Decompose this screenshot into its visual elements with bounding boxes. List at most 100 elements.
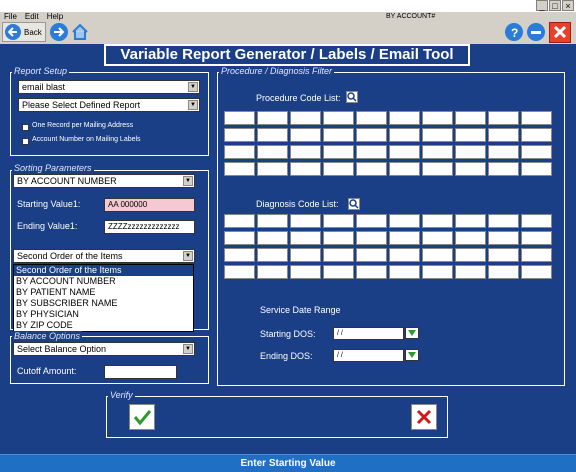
diagnosis-code-cell[interactable]	[323, 231, 354, 245]
diagnosis-code-cell[interactable]	[356, 231, 387, 245]
procedure-code-cell[interactable]	[257, 128, 288, 142]
diagnosis-code-cell[interactable]	[521, 248, 552, 262]
cutoff-amount-input[interactable]	[104, 365, 177, 379]
procedure-code-cell[interactable]	[356, 128, 387, 142]
procedure-code-cell[interactable]	[356, 145, 387, 159]
diagnosis-code-cell[interactable]	[389, 231, 420, 245]
ending-dos-calendar-icon[interactable]	[405, 349, 419, 361]
diagnosis-code-cell[interactable]	[488, 231, 519, 245]
diagnosis-code-cell[interactable]	[257, 214, 288, 228]
second-order-select[interactable]: Second Order of the Items ▼	[13, 249, 195, 263]
procedure-code-cell[interactable]	[290, 111, 321, 125]
procedure-code-cell[interactable]	[389, 145, 420, 159]
procedure-code-cell[interactable]	[422, 128, 453, 142]
diagnosis-code-cell[interactable]	[422, 231, 453, 245]
diagnosis-code-cell[interactable]	[257, 248, 288, 262]
diagnosis-code-cell[interactable]	[455, 265, 486, 279]
procedure-code-cell[interactable]	[257, 145, 288, 159]
diagnosis-code-cell[interactable]	[521, 214, 552, 228]
procedure-code-cell[interactable]	[422, 145, 453, 159]
verify-ok-button[interactable]	[129, 404, 155, 430]
procedure-code-cell[interactable]	[455, 162, 486, 176]
home-icon[interactable]	[71, 23, 89, 41]
starting-dos-calendar-icon[interactable]	[405, 327, 419, 339]
close-window-button[interactable]: ×	[562, 0, 574, 11]
ending-dos-input[interactable]: / /	[333, 349, 404, 362]
diagnosis-code-cell[interactable]	[422, 265, 453, 279]
diagnosis-code-cell[interactable]	[224, 265, 255, 279]
dropdown-option[interactable]: BY PATIENT NAME	[14, 287, 193, 298]
menu-file[interactable]: File	[4, 12, 17, 21]
procedure-code-cell[interactable]	[521, 128, 552, 142]
procedure-code-cell[interactable]	[323, 111, 354, 125]
procedure-code-cell[interactable]	[455, 128, 486, 142]
menu-help[interactable]: Help	[47, 12, 63, 21]
diagnosis-code-cell[interactable]	[224, 248, 255, 262]
procedure-code-cell[interactable]	[455, 111, 486, 125]
procedure-code-cell[interactable]	[323, 128, 354, 142]
procedure-code-cell[interactable]	[488, 111, 519, 125]
diagnosis-code-cell[interactable]	[422, 214, 453, 228]
procedure-code-cell[interactable]	[323, 162, 354, 176]
procedure-code-cell[interactable]	[455, 145, 486, 159]
sort-by-select[interactable]: BY ACCOUNT NUMBER ▼	[13, 174, 195, 188]
diagnosis-code-cell[interactable]	[290, 214, 321, 228]
exit-icon[interactable]	[549, 22, 571, 43]
dropdown-option[interactable]: BY PHYSICIAN	[14, 309, 193, 320]
diagnosis-code-cell[interactable]	[356, 265, 387, 279]
diagnosis-code-cell[interactable]	[356, 248, 387, 262]
diagnosis-code-cell[interactable]	[455, 214, 486, 228]
maximize-button[interactable]: □	[549, 0, 561, 11]
forward-icon[interactable]	[50, 23, 68, 41]
diagnosis-code-cell[interactable]	[389, 248, 420, 262]
diagnosis-code-cell[interactable]	[290, 265, 321, 279]
diagnosis-code-cell[interactable]	[356, 214, 387, 228]
starting-dos-input[interactable]: / /	[333, 327, 404, 340]
procedure-code-cell[interactable]	[422, 111, 453, 125]
diagnosis-code-cell[interactable]	[521, 265, 552, 279]
procedure-code-cell[interactable]	[356, 162, 387, 176]
procedure-code-cell[interactable]	[389, 162, 420, 176]
menu-edit[interactable]: Edit	[25, 12, 39, 21]
procedure-code-cell[interactable]	[356, 111, 387, 125]
procedure-code-cell[interactable]	[389, 111, 420, 125]
procedure-code-cell[interactable]	[257, 162, 288, 176]
procedure-code-cell[interactable]	[224, 111, 255, 125]
diagnosis-code-cell[interactable]	[257, 231, 288, 245]
dropdown-option[interactable]: BY ACCOUNT NUMBER	[14, 276, 193, 287]
dropdown-option[interactable]: Second Order of the Items	[14, 265, 193, 276]
dropdown-option[interactable]: BY ZIP CODE	[14, 320, 193, 331]
procedure-code-cell[interactable]	[488, 145, 519, 159]
help-icon[interactable]: ?	[505, 23, 523, 41]
diagnosis-code-cell[interactable]	[290, 248, 321, 262]
procedure-code-cell[interactable]	[488, 162, 519, 176]
diagnosis-code-cell[interactable]	[488, 248, 519, 262]
diagnosis-code-cell[interactable]	[257, 265, 288, 279]
procedure-code-cell[interactable]	[488, 128, 519, 142]
procedure-search-icon[interactable]	[346, 91, 358, 103]
procedure-code-cell[interactable]	[224, 162, 255, 176]
procedure-code-cell[interactable]	[290, 128, 321, 142]
back-button[interactable]: Back	[2, 22, 46, 42]
diagnosis-code-cell[interactable]	[323, 265, 354, 279]
ending-value-input[interactable]: ZZZZzzzzzzzzzzzzz	[104, 220, 195, 234]
dropdown-option[interactable]: BY SUBSCRIBER NAME	[14, 298, 193, 309]
procedure-code-cell[interactable]	[290, 162, 321, 176]
diagnosis-code-cell[interactable]	[488, 214, 519, 228]
diagnosis-code-cell[interactable]	[422, 248, 453, 262]
balance-option-select[interactable]: Select Balance Option ▼	[13, 342, 195, 356]
procedure-code-cell[interactable]	[290, 145, 321, 159]
procedure-code-cell[interactable]	[224, 128, 255, 142]
one-record-checkbox[interactable]	[22, 124, 29, 131]
minimize-tool-icon[interactable]	[527, 23, 545, 41]
procedure-code-cell[interactable]	[224, 145, 255, 159]
diagnosis-code-cell[interactable]	[488, 265, 519, 279]
procedure-code-cell[interactable]	[323, 145, 354, 159]
procedure-code-cell[interactable]	[389, 128, 420, 142]
diagnosis-code-cell[interactable]	[455, 231, 486, 245]
starting-value-input[interactable]: AA 000000	[104, 198, 195, 212]
diagnosis-code-cell[interactable]	[455, 248, 486, 262]
procedure-code-cell[interactable]	[521, 145, 552, 159]
diagnosis-code-cell[interactable]	[290, 231, 321, 245]
diagnosis-code-cell[interactable]	[521, 231, 552, 245]
